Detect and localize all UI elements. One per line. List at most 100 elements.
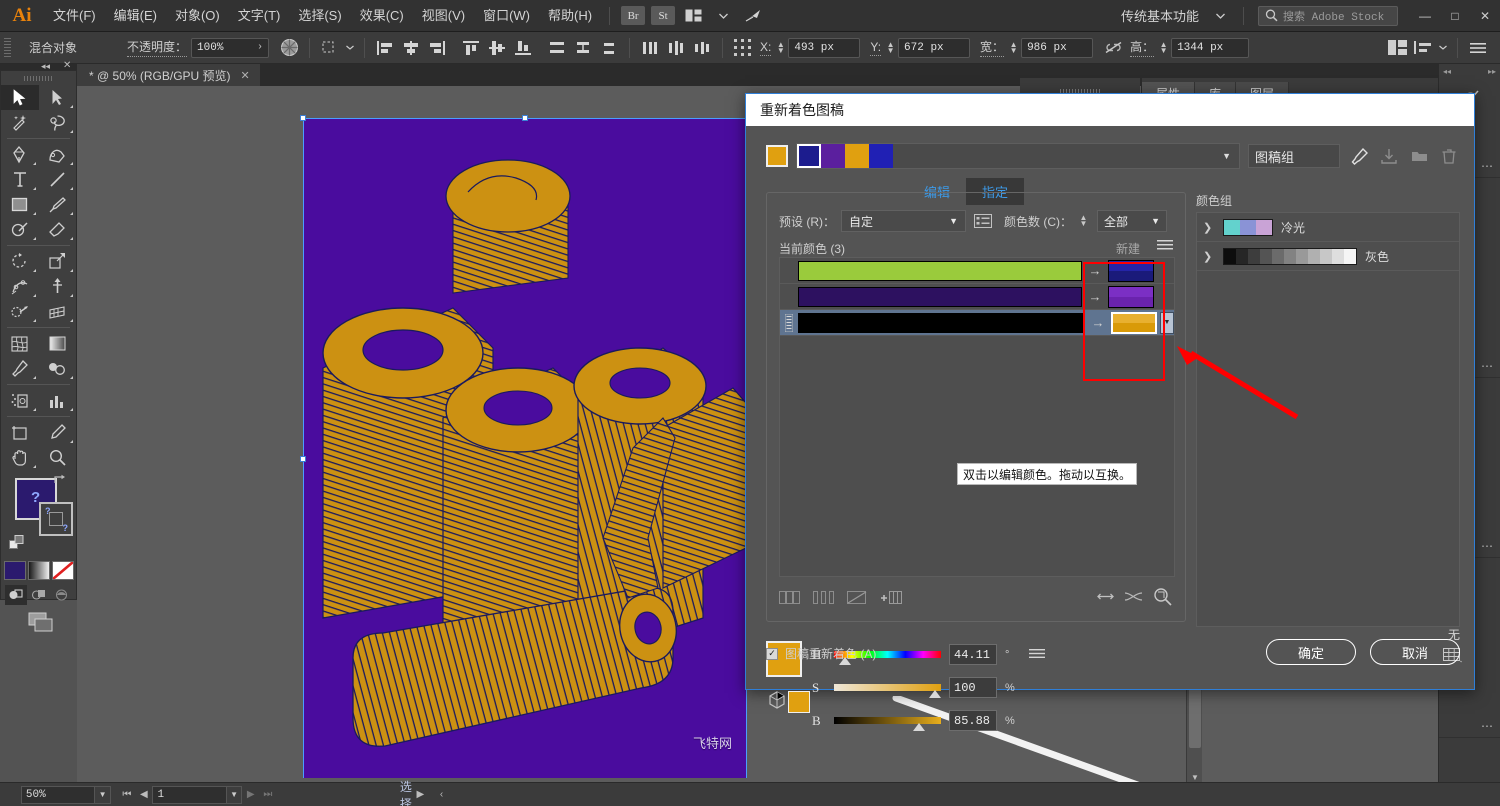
saturation-slider-knob[interactable] [929, 689, 941, 698]
color-group-swatches[interactable] [1223, 247, 1357, 265]
find-color-icon[interactable] [1153, 587, 1173, 609]
swap-fill-stroke-icon[interactable] [53, 474, 66, 489]
target-color-swatch[interactable] [1108, 259, 1154, 282]
color-mode-none[interactable] [51, 561, 74, 580]
distribute-right-icon[interactable] [690, 37, 714, 59]
hand-tool[interactable] [1, 445, 39, 470]
slice-tool[interactable] [39, 420, 77, 445]
distribute-left-icon[interactable] [638, 37, 662, 59]
menu-help[interactable]: 帮助(H) [539, 0, 601, 32]
symbol-sprayer-tool[interactable] [1, 388, 39, 413]
tool-expand-triangle[interactable] [70, 212, 73, 215]
target-color-swatch[interactable] [1108, 285, 1154, 308]
rdock-panel-1-menu[interactable]: ⋯ [1481, 159, 1494, 173]
rotate-tool[interactable] [1, 249, 39, 274]
row-drag-handle[interactable] [781, 287, 797, 307]
stock-button[interactable]: St [651, 6, 676, 25]
width-field[interactable]: 986 px [1021, 37, 1094, 58]
tool-expand-triangle[interactable] [70, 105, 73, 108]
page-number-field[interactable]: 1 [152, 785, 227, 804]
artboard[interactable]: 飞特网 [303, 118, 746, 778]
prev-page-button[interactable]: ◀ [135, 786, 152, 804]
menu-view[interactable]: 视图(V) [413, 0, 474, 32]
y-field[interactable]: 672 px [898, 37, 971, 58]
close-button[interactable]: ✕ [1470, 0, 1500, 32]
stroke-swatch[interactable]: ? ? [39, 502, 73, 536]
tool-expand-triangle[interactable] [32, 212, 36, 215]
tool-expand-triangle[interactable] [32, 465, 36, 468]
menu-object[interactable]: 对象(O) [166, 0, 229, 32]
tool-expand-triangle[interactable] [32, 294, 36, 297]
fill-stroke-swatches[interactable]: ? ? ? [9, 474, 73, 559]
scrollbar-thumb[interactable] [1189, 688, 1201, 748]
workspace-chevron-icon[interactable] [1207, 4, 1233, 28]
chevron-down-icon[interactable] [710, 4, 736, 28]
column-graph-tool[interactable] [39, 388, 77, 413]
color-group-row-gray[interactable]: ❯ 灰色 [1197, 242, 1459, 271]
document-tab[interactable]: * @ 50% (RGB/GPU 预览) ✕ [77, 64, 261, 86]
link-proportions-icon[interactable] [1101, 37, 1125, 59]
recolor-artwork-dialog[interactable]: 重新着色图稿 ▼ 图稿组 编辑 指定 预设 (R)： 自定 ▼ 颜色数 (C)：… [745, 93, 1475, 731]
zoom-level-field[interactable]: 50% [20, 785, 96, 804]
first-page-button[interactable]: ⏮ [118, 786, 135, 804]
source-color-swatch[interactable] [798, 260, 1082, 281]
page-dropdown-icon[interactable]: ▼ [227, 785, 243, 804]
select-similar-caret-icon[interactable] [344, 37, 356, 59]
tool-expand-triangle[interactable] [70, 294, 73, 297]
color-model-cube-icon[interactable] [768, 691, 786, 712]
direct-selection-tool[interactable] [39, 85, 77, 110]
curvature-tool[interactable] [39, 142, 77, 167]
color-mode-gradient[interactable] [27, 561, 50, 580]
gradient-tool[interactable] [39, 331, 77, 356]
artboard-tool[interactable] [1, 420, 39, 445]
lasso-tool[interactable] [39, 110, 77, 135]
new-folder-icon[interactable] [1408, 145, 1430, 167]
rdock-panel-2-menu[interactable]: ⋯ [1481, 359, 1494, 373]
save-group-icon[interactable] [1378, 145, 1400, 167]
tool-expand-triangle[interactable] [70, 440, 73, 443]
color-group-combobox[interactable]: ▼ [796, 143, 1240, 169]
document-tab-close-icon[interactable]: ✕ [241, 69, 250, 82]
bridge-button[interactable]: Br [621, 6, 646, 25]
panel-menu-icon[interactable] [1466, 37, 1490, 59]
minimize-button[interactable]: — [1410, 0, 1440, 32]
draw-normal-mode[interactable] [4, 585, 27, 605]
status-play-icon[interactable]: ▶ [412, 786, 429, 804]
merge-colors-icon[interactable] [779, 591, 801, 607]
opacity-mask-icon[interactable] [277, 37, 301, 59]
active-color-swatch[interactable] [766, 145, 788, 167]
color-group-name-field[interactable]: 图稿组 [1248, 144, 1340, 168]
draw-behind-mode[interactable] [28, 585, 50, 605]
stock-search-input[interactable]: 搜索 Adobe Stock [1258, 5, 1398, 26]
width-tool[interactable] [1, 274, 39, 299]
tool-expand-triangle[interactable] [70, 269, 73, 272]
screen-mode-button[interactable] [1, 611, 76, 633]
brightness-value-field[interactable]: 85.88 [949, 710, 997, 731]
source-color-swatch[interactable] [798, 286, 1082, 307]
preset-select[interactable]: 自定 ▼ [841, 210, 966, 232]
tool-expand-triangle[interactable] [70, 162, 73, 165]
row-drag-handle[interactable] [781, 313, 797, 333]
randomize-brightness-icon[interactable] [1124, 591, 1143, 605]
tool-expand-triangle[interactable] [70, 376, 73, 379]
ok-button[interactable]: 确定 [1266, 639, 1356, 665]
align-left-icon[interactable] [373, 37, 397, 59]
last-page-button[interactable]: ⏭ [259, 786, 276, 804]
paintbrush-tool[interactable] [39, 192, 77, 217]
color-row-1[interactable]: → [780, 258, 1174, 284]
target-dropdown-icon[interactable]: ▼ [1160, 311, 1174, 334]
separate-colors-icon[interactable] [813, 591, 835, 607]
selection-handle-tm[interactable] [522, 115, 528, 121]
menu-window[interactable]: 窗口(W) [474, 0, 539, 32]
perspective-grid-tool[interactable] [39, 299, 77, 324]
color-mode-color[interactable] [3, 561, 26, 580]
color-list-options-icon[interactable] [972, 210, 994, 232]
draw-inside-mode[interactable] [51, 585, 73, 605]
add-color-row-icon[interactable] [881, 591, 903, 607]
rdock-panel-4-menu[interactable]: ⋯ [1481, 719, 1494, 733]
rdock-panel-3-menu[interactable]: ⋯ [1481, 539, 1494, 553]
zoom-tool[interactable] [39, 445, 77, 470]
align-bottom-icon[interactable] [511, 37, 535, 59]
menu-edit[interactable]: 编辑(E) [105, 0, 166, 32]
zoom-dropdown-icon[interactable]: ▼ [95, 785, 111, 804]
